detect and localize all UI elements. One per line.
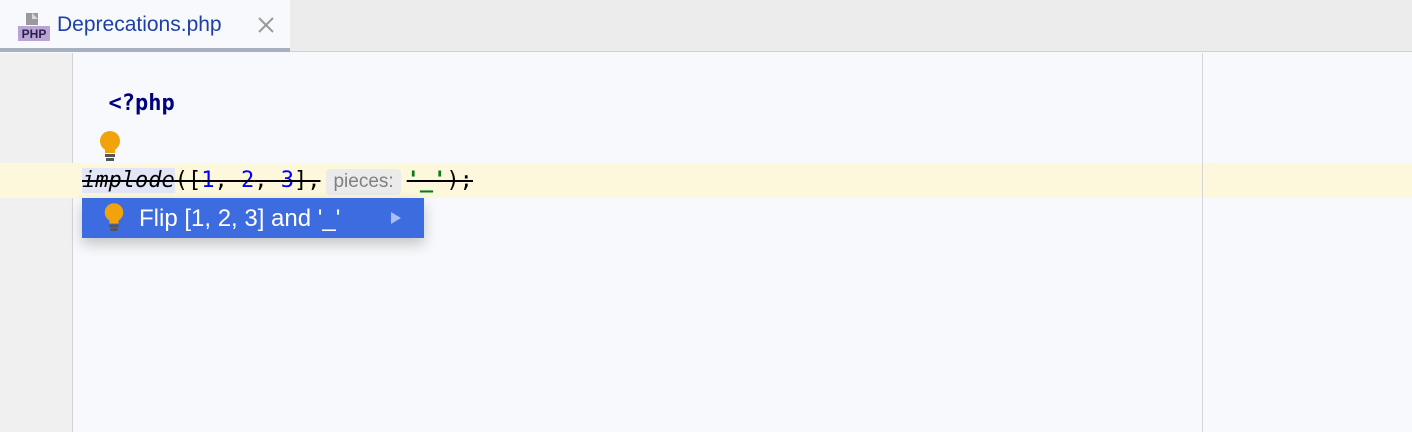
close-icon[interactable]: [256, 15, 276, 35]
code-line-1: <?php: [82, 59, 175, 119]
editor-tab-bar: PHP Deprecations.php: [0, 0, 1412, 52]
number-3: 3: [280, 168, 294, 193]
number-2: 2: [240, 168, 255, 193]
php-open-tag: <?php: [108, 91, 175, 116]
intention-action-popup[interactable]: Flip [1, 2, 3] and '_': [82, 198, 424, 238]
intention-action-label: Flip [1, 2, 3] and '_': [139, 205, 341, 232]
close-bracket-comma: ],: [293, 168, 321, 193]
number-1: 1: [201, 168, 215, 193]
php-file-icon: PHP: [18, 13, 50, 41]
parameter-hint-pieces: pieces:: [326, 169, 401, 195]
right-margin-guide: [1202, 53, 1203, 432]
lightbulb-icon[interactable]: [97, 130, 123, 164]
code-line-3: implode([1, 2, 3], pieces: '_');: [82, 166, 473, 196]
deprecated-function-implode[interactable]: implode: [82, 168, 175, 193]
submenu-arrow-icon[interactable]: [390, 211, 402, 225]
string-underscore: '_': [406, 168, 447, 193]
separator-1: ,: [214, 168, 241, 193]
php-icon-text: PHP: [22, 27, 47, 41]
code-editor[interactable]: [73, 53, 1412, 432]
open-paren-bracket: ([: [174, 168, 202, 193]
editor-gutter: [0, 53, 73, 432]
tab-title: Deprecations.php: [57, 13, 222, 36]
tab-deprecations-php[interactable]: PHP Deprecations.php: [0, 0, 290, 52]
close-paren: );: [446, 168, 473, 193]
lightbulb-icon: [104, 203, 124, 231]
separator-2: ,: [254, 168, 281, 193]
